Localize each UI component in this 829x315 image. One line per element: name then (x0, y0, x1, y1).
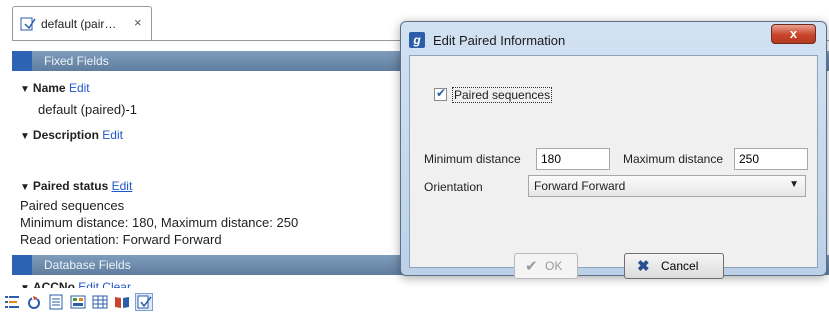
tab-default-paired[interactable]: default (pair… × (12, 6, 152, 40)
cancel-x-icon: ✖ (637, 258, 650, 275)
ok-button[interactable]: ✔ OK (514, 253, 578, 279)
edit-paired-information-dialog: g Edit Paired Information x ✔ Paired seq… (400, 21, 827, 279)
maximum-distance-input[interactable] (734, 148, 808, 170)
name-field-title: ▼ Name Edit (20, 81, 90, 95)
dialog-body: ✔ Paired sequences Minimum distance Maxi… (409, 55, 818, 279)
paired-line-3: Read orientation: Forward Forward (20, 232, 222, 247)
expand-triangle-icon[interactable]: ▼ (20, 182, 30, 193)
minimum-distance-input[interactable] (536, 148, 610, 170)
paired-status-field-title: ▼ Paired status Edit (20, 179, 133, 193)
view-toolbar (0, 288, 829, 315)
maximum-distance-label: Maximum distance (623, 152, 724, 166)
dialog-title: Edit Paired Information (433, 33, 566, 48)
compare-icon[interactable] (70, 294, 86, 310)
orientation-label: Orientation (424, 180, 483, 194)
orientation-value: Forward Forward (534, 179, 626, 193)
grid-icon[interactable] (92, 294, 108, 310)
description-edit-link[interactable]: Edit (102, 128, 123, 142)
paired-sequences-checkbox[interactable]: ✔ (434, 86, 447, 101)
paired-line-2: Minimum distance: 180, Maximum distance:… (20, 215, 299, 230)
checkmark-icon: ✔ (436, 86, 447, 100)
table-icon[interactable] (48, 294, 64, 310)
document-edit-icon[interactable] (135, 293, 153, 311)
close-icon[interactable]: × (134, 15, 142, 30)
paired-sequences-label[interactable]: Paired sequences (452, 87, 553, 103)
minimum-distance-label: Minimum distance (424, 152, 521, 166)
name-edit-link[interactable]: Edit (69, 81, 90, 95)
checkmark-icon: ✔ (525, 258, 538, 275)
name-value: default (paired)-1 (38, 102, 137, 117)
book-icon[interactable] (114, 294, 130, 310)
text-view-icon[interactable] (4, 294, 20, 310)
orientation-select[interactable]: Forward Forward ▼ (528, 175, 806, 197)
paired-status-edit-link[interactable]: Edit (112, 179, 133, 193)
document-edit-icon (20, 17, 36, 31)
tab-label: default (pair… (41, 17, 117, 31)
section-marker (12, 255, 32, 275)
dialog-close-button[interactable]: x (771, 24, 816, 44)
description-field-title: ▼ Description Edit (20, 128, 123, 142)
section-marker (12, 51, 32, 71)
expand-triangle-icon[interactable]: ▼ (20, 84, 30, 95)
cancel-button[interactable]: ✖ Cancel (624, 253, 724, 279)
chevron-down-icon: ▼ (789, 179, 799, 190)
app-logo-icon: g (409, 32, 425, 48)
database-fields-label: Database Fields (44, 258, 131, 272)
paired-line-1: Paired sequences (20, 198, 125, 213)
fixed-fields-label: Fixed Fields (44, 54, 109, 68)
refresh-icon[interactable] (26, 294, 42, 310)
expand-triangle-icon[interactable]: ▼ (20, 131, 30, 142)
